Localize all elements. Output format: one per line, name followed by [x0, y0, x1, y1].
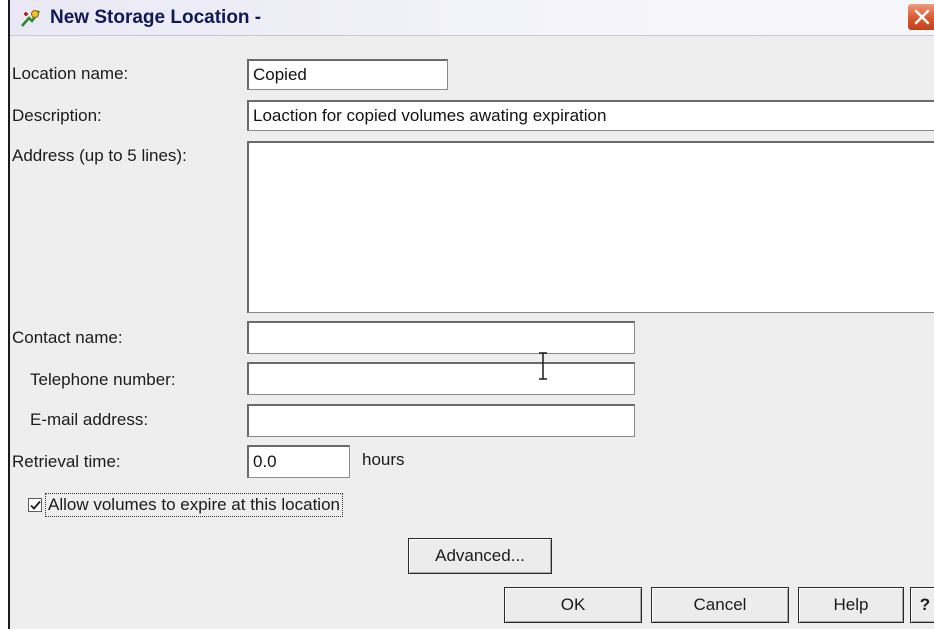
retrieval-time-unit: hours	[362, 450, 405, 469]
window-title: New Storage Location -	[50, 7, 262, 28]
help-button[interactable]: Help	[798, 587, 904, 623]
contact-name-input[interactable]	[247, 321, 635, 354]
advanced-button[interactable]: Advanced...	[408, 538, 552, 574]
close-x-icon	[914, 9, 930, 25]
ok-button[interactable]: OK	[504, 587, 642, 623]
storage-location-app-icon	[20, 8, 42, 28]
email-address-label: E-mail address:	[30, 410, 149, 429]
telephone-number-input[interactable]	[247, 362, 635, 395]
contact-name-label: Contact name:	[12, 328, 123, 347]
dialog-window: New Storage Location - Location name: De…	[8, 0, 934, 629]
retrieval-time-input[interactable]	[247, 445, 350, 478]
allow-expire-label[interactable]: Allow volumes to expire at this location	[45, 493, 343, 517]
cancel-button[interactable]: Cancel	[651, 587, 789, 623]
location-name-input[interactable]	[247, 59, 448, 90]
allow-expire-checkbox[interactable]	[28, 498, 42, 512]
telephone-number-label: Telephone number:	[30, 370, 176, 389]
description-label: Description:	[12, 106, 102, 125]
location-name-label: Location name:	[12, 64, 129, 83]
retrieval-time-label: Retrieval time:	[12, 452, 121, 471]
close-button[interactable]	[907, 3, 934, 31]
description-input[interactable]	[247, 100, 934, 131]
text-cursor-icon	[538, 352, 548, 385]
checkmark-icon	[30, 500, 41, 510]
address-label: Address (up to 5 lines):	[12, 146, 187, 165]
email-address-input[interactable]	[247, 404, 635, 437]
title-bar[interactable]: New Storage Location -	[10, 0, 934, 36]
address-textarea[interactable]	[247, 141, 934, 313]
context-help-button[interactable]: ?	[910, 587, 934, 623]
